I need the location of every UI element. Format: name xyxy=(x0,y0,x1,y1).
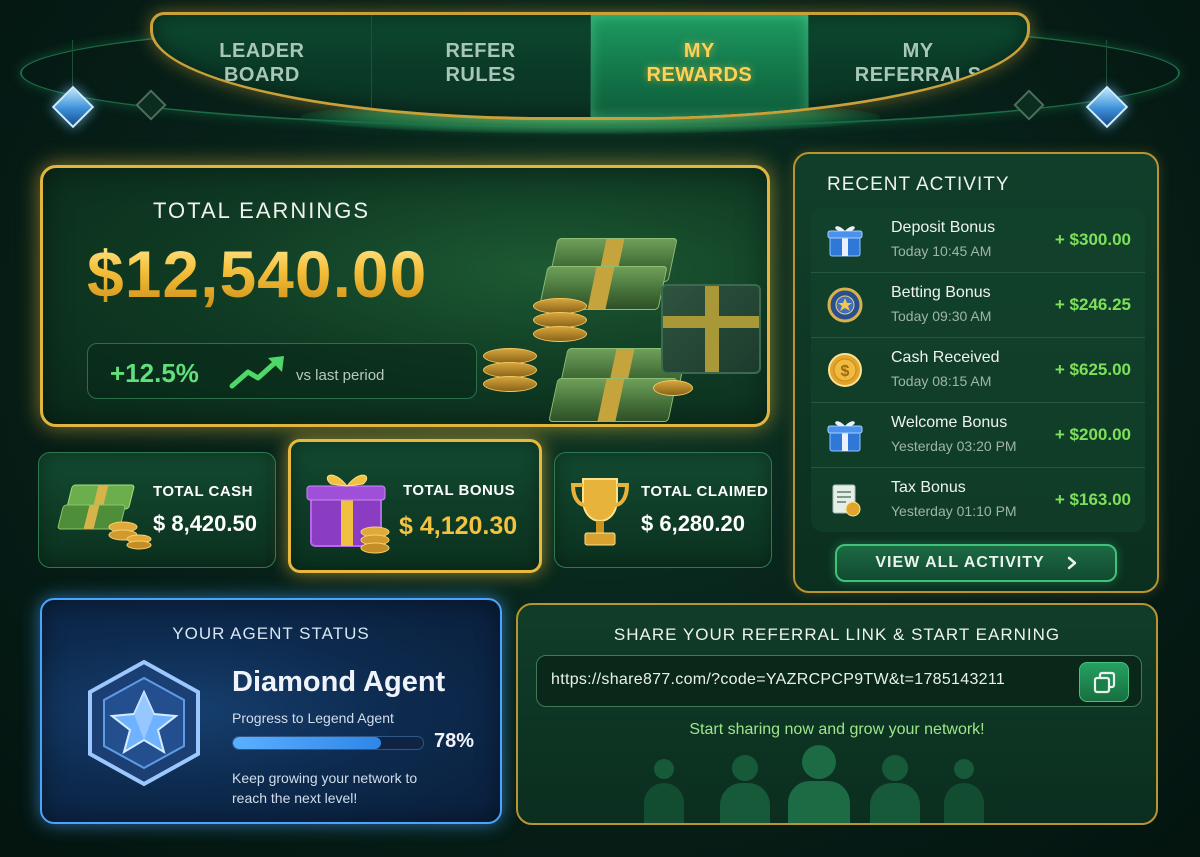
activity-time: Today 08:15 AM xyxy=(891,373,992,389)
activity-amount: + $300.00 xyxy=(1054,230,1131,249)
activity-name: Betting Bonus xyxy=(891,284,991,301)
view-all-label: VIEW ALL ACTIVITY xyxy=(875,554,1045,571)
top-nav: LEADER BOARD REFER RULES MY REWARDS MY R… xyxy=(150,12,1030,120)
earnings-amount: $12,540.00 xyxy=(87,237,428,311)
activity-time: Today 10:45 AM xyxy=(891,243,992,259)
tab-my-rewards[interactable]: MY REWARDS xyxy=(590,15,810,117)
trend-up-icon xyxy=(229,356,284,389)
referral-card: SHARE YOUR REFERRAL LINK & START EARNING… xyxy=(516,603,1158,825)
stat-value: $ 6,280.20 xyxy=(641,511,745,536)
chevron-right-icon xyxy=(1067,556,1076,570)
document-icon xyxy=(832,484,861,517)
tab-label: MY REWARDS xyxy=(646,40,753,86)
activity-item[interactable]: $ Cash Received Today 08:15 AM + $625.00 xyxy=(811,338,1145,403)
person-icon xyxy=(870,783,920,823)
trophy-icon xyxy=(570,478,630,546)
activity-time: Today 09:30 AM xyxy=(891,308,992,324)
activity-time: Yesterday 01:10 PM xyxy=(891,503,1017,519)
gift-box-icon xyxy=(306,474,390,554)
svg-text:$: $ xyxy=(841,363,850,380)
agent-level-name: Diamond Agent xyxy=(232,666,446,698)
activity-item[interactable]: Betting Bonus Today 09:30 AM + $246.25 xyxy=(811,273,1145,338)
person-icon xyxy=(954,759,974,779)
money-pile-illustration xyxy=(483,218,767,424)
activity-amount: + $246.25 xyxy=(1054,295,1131,314)
copy-icon xyxy=(1093,671,1116,694)
coin-icon xyxy=(533,326,587,342)
coin-icon xyxy=(483,376,537,392)
coin-icon xyxy=(653,380,693,396)
stat-label: TOTAL CASH xyxy=(153,483,254,500)
hanging-line xyxy=(1106,40,1107,90)
stat-label: TOTAL BONUS xyxy=(403,482,516,499)
total-cash-card: TOTAL CASH $ 8,420.50 xyxy=(38,452,276,568)
activity-amount: + $625.00 xyxy=(1054,360,1131,379)
tab-label: MY REFERRALS xyxy=(854,40,982,86)
total-earnings-card: TOTAL EARNINGS $12,540.00 +12.5% vs last… xyxy=(40,165,770,427)
activity-name: Welcome Bonus xyxy=(891,414,1008,431)
activity-item[interactable]: Tax Bonus Yesterday 01:10 PM + $163.00 xyxy=(811,468,1145,533)
total-claimed-card: TOTAL CLAIMED $ 6,280.20 xyxy=(554,452,772,568)
referral-title: SHARE YOUR REFERRAL LINK & START EARNING xyxy=(613,625,1061,644)
tab-refer-rules[interactable]: REFER RULES xyxy=(372,15,591,117)
gift-icon xyxy=(827,421,863,452)
activity-item[interactable]: Welcome Bonus Yesterday 03:20 PM + $200.… xyxy=(811,403,1145,468)
referral-link-field[interactable]: https://share877.com/?code=YAZRCPCP9TW&t… xyxy=(536,655,1142,707)
person-icon xyxy=(944,783,984,823)
referral-cta: Start sharing now and grow your network! xyxy=(689,721,985,738)
diamond-badge-icon xyxy=(88,659,200,787)
person-icon xyxy=(802,745,836,779)
tab-my-referrals[interactable]: MY REFERRALS xyxy=(809,15,1027,117)
agent-status-card: YOUR AGENT STATUS Diamond Agent Progress… xyxy=(40,598,502,824)
referral-url[interactable]: https://share877.com/?code=YAZRCPCP9TW&t… xyxy=(551,671,1005,689)
activity-item[interactable]: Deposit Bonus Today 10:45 AM + $300.00 xyxy=(811,208,1145,273)
agent-progress-bar xyxy=(232,736,424,750)
growth-percent: +12.5% xyxy=(110,358,199,388)
coin-icon: $ xyxy=(828,353,862,387)
stat-value: $ 8,420.50 xyxy=(153,511,257,536)
activity-amount: + $163.00 xyxy=(1054,490,1131,509)
stat-value: $ 4,120.30 xyxy=(399,512,518,540)
activity-name: Cash Received xyxy=(891,349,1000,366)
agent-description: Keep growing your network to reach the n… xyxy=(232,770,418,806)
person-icon xyxy=(644,783,684,823)
agent-progress-percent: 78% xyxy=(434,730,475,752)
activity-amount: + $200.00 xyxy=(1054,425,1131,444)
person-icon xyxy=(720,783,770,823)
tab-label: REFER RULES xyxy=(445,40,516,86)
growth-indicator: +12.5% vs last period xyxy=(87,343,477,399)
person-icon xyxy=(732,755,758,781)
total-bonus-card: TOTAL BONUS $ 4,120.30 xyxy=(288,439,542,573)
copy-link-button[interactable] xyxy=(1079,662,1129,702)
gift-box-icon xyxy=(661,284,761,374)
stat-label: TOTAL CLAIMED xyxy=(641,483,769,500)
growth-note: vs last period xyxy=(296,367,385,384)
cash-stack-icon xyxy=(57,484,152,550)
recent-activity-panel: RECENT ACTIVITY Deposit Bonus Today 10:4… xyxy=(793,152,1159,593)
earnings-title: TOTAL EARNINGS xyxy=(153,198,371,223)
person-icon xyxy=(788,781,850,823)
view-all-activity-button[interactable]: VIEW ALL ACTIVITY xyxy=(835,544,1117,582)
tab-leaderboard[interactable]: LEADER BOARD xyxy=(153,15,372,117)
activity-list: Deposit Bonus Today 10:45 AM + $300.00 B… xyxy=(811,208,1145,532)
agent-status-title: YOUR AGENT STATUS xyxy=(172,624,370,643)
agent-progress-label: Progress to Legend Agent xyxy=(232,710,394,726)
agent-progress-fill xyxy=(233,737,382,749)
gift-icon xyxy=(827,226,863,257)
network-people-illustration xyxy=(638,745,1038,823)
activity-name: Tax Bonus xyxy=(891,479,966,496)
person-icon xyxy=(654,759,674,779)
hanging-line xyxy=(72,40,73,90)
activity-title: RECENT ACTIVITY xyxy=(827,174,1010,195)
tab-label: LEADER BOARD xyxy=(219,40,305,86)
chip-icon xyxy=(827,287,863,323)
activity-time: Yesterday 03:20 PM xyxy=(891,438,1017,454)
person-icon xyxy=(882,755,908,781)
activity-name: Deposit Bonus xyxy=(891,219,996,236)
